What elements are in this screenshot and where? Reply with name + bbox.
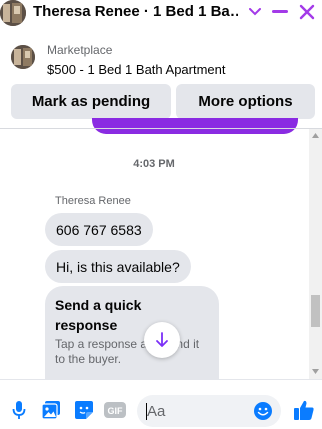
like-icon[interactable] (293, 399, 315, 421)
scroll-up-arrow-icon[interactable] (311, 131, 320, 140)
conversation-title[interactable]: Theresa Renee · 1 Bed 1 Ba… (33, 3, 238, 20)
contact-avatar[interactable] (0, 0, 26, 26)
photo-icon[interactable] (41, 400, 61, 420)
listing-title: $500 - 1 Bed 1 Bath Apartment (47, 62, 226, 77)
scroll-down-arrow-icon[interactable] (311, 367, 320, 376)
svg-text:GIF: GIF (108, 406, 124, 416)
message-composer: GIF Aa (0, 379, 322, 429)
scrollbar-thumb[interactable] (311, 295, 320, 327)
messenger-chat-window: Theresa Renee · 1 Bed 1 Ba… Marketplace … (0, 0, 322, 429)
message-timestamp: 4:03 PM (133, 158, 175, 170)
sender-name: Theresa Renee (55, 195, 131, 207)
listing-source-label: Marketplace (47, 43, 113, 57)
chat-scrollbar[interactable] (309, 129, 322, 379)
marketplace-listing-bar[interactable]: Marketplace $500 - 1 Bed 1 Bath Apartmen… (0, 37, 322, 79)
quick-response-card[interactable]: Send a quick response Tap a response and… (45, 286, 219, 386)
incoming-message-bubble[interactable]: 606 767 6583 (45, 213, 153, 246)
gif-icon[interactable]: GIF (104, 400, 126, 420)
sticker-icon[interactable] (74, 400, 94, 420)
minimize-icon[interactable] (271, 0, 289, 24)
incoming-message-bubble[interactable]: Hi, is this available? (45, 250, 191, 283)
chat-header: Theresa Renee · 1 Bed 1 Ba… (0, 0, 322, 26)
quick-response-description: Tap a response and send it to the buyer. (55, 337, 200, 366)
more-options-button[interactable]: More options (176, 84, 315, 119)
close-icon[interactable] (297, 0, 317, 24)
chevron-down-icon[interactable] (248, 0, 262, 24)
emoji-icon[interactable] (253, 401, 273, 421)
quick-response-title: Send a quick response (55, 297, 142, 333)
header-divider (0, 128, 322, 129)
outgoing-message-bubble (92, 118, 298, 134)
message-input[interactable]: Aa (137, 395, 281, 427)
mark-as-pending-button[interactable]: Mark as pending (11, 84, 171, 119)
message-input-placeholder: Aa (147, 403, 166, 420)
arrow-down-icon (156, 332, 168, 347)
microphone-icon[interactable] (9, 400, 29, 420)
listing-thumbnail (11, 45, 35, 69)
scroll-to-bottom-button[interactable] (144, 322, 180, 358)
